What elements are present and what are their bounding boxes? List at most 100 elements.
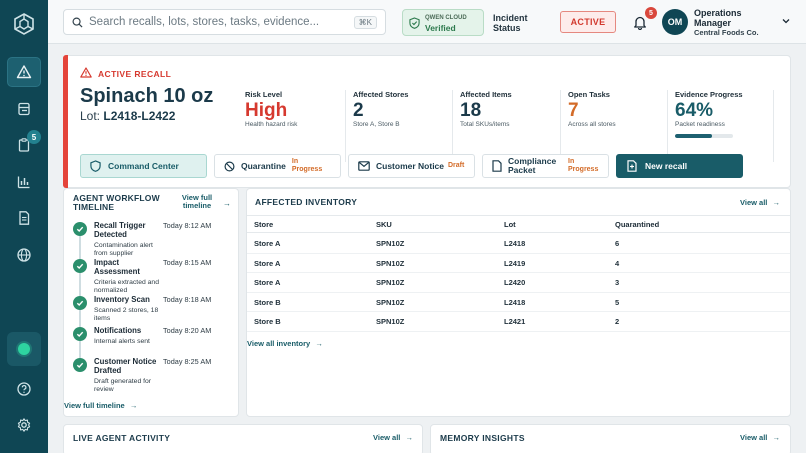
user-org: Central Foods Co.: [694, 28, 759, 37]
incident-status-label: Incident Status: [493, 13, 528, 33]
lot-range: L2418-L2422: [103, 109, 176, 123]
compliance-packet-button[interactable]: Compliance Packet In Progress: [482, 154, 609, 178]
globe-icon: [17, 248, 31, 262]
cloud-label: QWEN CLOUD: [425, 15, 467, 21]
metric-affected-stores: Affected Stores 2 Store A, Store B: [345, 90, 452, 162]
cell-store: Store B: [254, 317, 281, 326]
cell-lot: L2420: [504, 278, 526, 287]
bell-icon: [634, 16, 646, 30]
search-input[interactable]: [89, 16, 339, 28]
check-circle-icon: [73, 259, 87, 273]
warning-icon: [80, 67, 92, 78]
memory-insights-title: MEMORY INSIGHTS: [440, 433, 525, 443]
warning-icon: [16, 65, 32, 79]
layers-icon: [18, 102, 30, 116]
cell-store: Store A: [254, 278, 281, 287]
live-activity-title: LIVE AGENT ACTIVITY: [73, 433, 171, 443]
check-circle-icon: [73, 296, 87, 310]
system-status-indicator[interactable]: [7, 332, 41, 366]
cell-sku: SPN10Z: [376, 317, 405, 326]
cell-store: Store A: [254, 239, 281, 248]
chevron-down-icon[interactable]: [781, 17, 791, 25]
shield-check-icon: [409, 17, 420, 29]
step-name: Inventory Scan: [94, 295, 150, 304]
metric-sub: Packet readiness: [675, 121, 725, 128]
step-name: Customer Notice Drafted: [94, 357, 157, 375]
cell-quarantined: 3: [615, 278, 620, 287]
workflow-title: AGENT WORKFLOW TIMELINE: [73, 193, 160, 212]
step-time: Today 8:18 AM: [163, 295, 212, 304]
metric-sub: Total SKUs/items: [460, 121, 510, 128]
search-icon: [72, 17, 83, 28]
arrow-right-icon: →: [772, 433, 780, 442]
table-row[interactable]: Store A SPN10Z L2419 4: [247, 254, 790, 273]
memory-insights-panel: MEMORY INSIGHTS View all →: [430, 424, 791, 453]
arrow-right-icon: →: [223, 199, 231, 208]
cell-store: Store B: [254, 297, 281, 307]
arrow-right-icon: →: [129, 401, 138, 410]
sidebar-item-global[interactable]: [7, 240, 41, 270]
incident-status-button[interactable]: ACTIVE: [560, 11, 616, 33]
user-name: Operations Manager: [694, 8, 742, 28]
sidebar-item-settings[interactable]: [7, 410, 41, 440]
quarantine-button[interactable]: Quarantine In Progress: [214, 154, 341, 178]
link-label: View full timeline: [64, 401, 125, 410]
metric-affected-items: Affected Items 18 Total SKUs/items: [452, 90, 559, 162]
cell-sku: SPN10Z: [376, 297, 405, 307]
step-time: Today 8:20 AM: [163, 326, 212, 335]
cell-sku: SPN10Z: [376, 278, 405, 287]
notifications-count-badge: 5: [645, 7, 657, 19]
arrow-right-icon: →: [315, 339, 323, 348]
inventory-view-all-link[interactable]: View all →: [740, 198, 780, 207]
cloud-status: Verified: [425, 23, 456, 33]
sidebar-item-dashboard[interactable]: [7, 94, 41, 124]
sidebar-item-help[interactable]: [7, 374, 41, 404]
link-label: View all inventory: [247, 339, 311, 348]
col-quarantined: Quarantined: [615, 220, 660, 229]
app-logo-icon[interactable]: [12, 12, 36, 36]
metric-value: 2: [353, 100, 364, 121]
sidebar-item-documents[interactable]: [7, 203, 41, 233]
avatar[interactable]: OM: [662, 9, 688, 35]
status-dot-icon: [18, 343, 30, 355]
search-box[interactable]: ⌘K: [63, 9, 386, 35]
table-row[interactable]: Store B SPN10Z L2418 5: [247, 293, 790, 312]
compliance-packet-status: In Progress: [568, 158, 599, 173]
cloud-status-badge[interactable]: QWEN CLOUD Verified: [402, 9, 484, 36]
agent-workflow-panel: AGENT WORKFLOW TIMELINE View full timeli…: [63, 188, 239, 417]
step-time: Today 8:12 AM: [163, 221, 212, 230]
view-all-inventory-link[interactable]: View all inventory →: [247, 339, 323, 348]
table-row[interactable]: Store A SPN10Z L2418 6: [247, 234, 790, 254]
sidebar-item-analytics[interactable]: [7, 167, 41, 197]
bar-chart-icon: [17, 176, 30, 189]
customer-notice-status: Draft: [448, 162, 465, 169]
view-full-timeline-link-bottom[interactable]: View full timeline →: [64, 401, 137, 410]
step-description: Internal alerts sent: [94, 338, 150, 345]
metric-label: Open Tasks: [568, 90, 610, 99]
active-recall-card: ACTIVE RECALL Spinach 10 oz Lot: L2418-L…: [63, 55, 791, 188]
table-row[interactable]: Store B SPN10Z L2421 2: [247, 312, 790, 332]
memory-insights-view-all-link[interactable]: View all →: [740, 433, 780, 442]
new-recall-button[interactable]: New recall: [616, 154, 743, 178]
table-row[interactable]: Store A SPN10Z L2420 3: [247, 273, 790, 293]
metric-sub: Across all stores: [568, 121, 616, 128]
link-label: View all: [740, 433, 768, 442]
cell-lot: L2419: [504, 258, 526, 268]
metric-value: 18: [460, 100, 482, 121]
metric-label: Affected Items: [460, 90, 512, 99]
inventory-table-header: Store SKU Lot Quarantined: [247, 215, 790, 233]
cell-quarantined: 6: [615, 239, 620, 248]
check-circle-icon: [73, 222, 87, 236]
compliance-packet-label: Compliance Packet: [508, 156, 557, 175]
sidebar-item-alerts[interactable]: [7, 57, 41, 87]
step-name: Impact Assessment: [94, 258, 140, 276]
live-activity-view-all-link[interactable]: View all →: [373, 433, 413, 442]
view-full-timeline-link[interactable]: View full timeline: [179, 194, 215, 210]
gear-icon: [17, 418, 31, 432]
cell-quarantined: 4: [615, 258, 620, 268]
customer-notice-label: Customer Notice: [376, 160, 445, 171]
recall-product-title: Spinach 10 oz: [80, 85, 214, 107]
customer-notice-button[interactable]: Customer Notice Draft: [348, 154, 475, 178]
metric-value: 7: [568, 100, 579, 121]
command-center-button[interactable]: Command Center: [80, 154, 207, 178]
